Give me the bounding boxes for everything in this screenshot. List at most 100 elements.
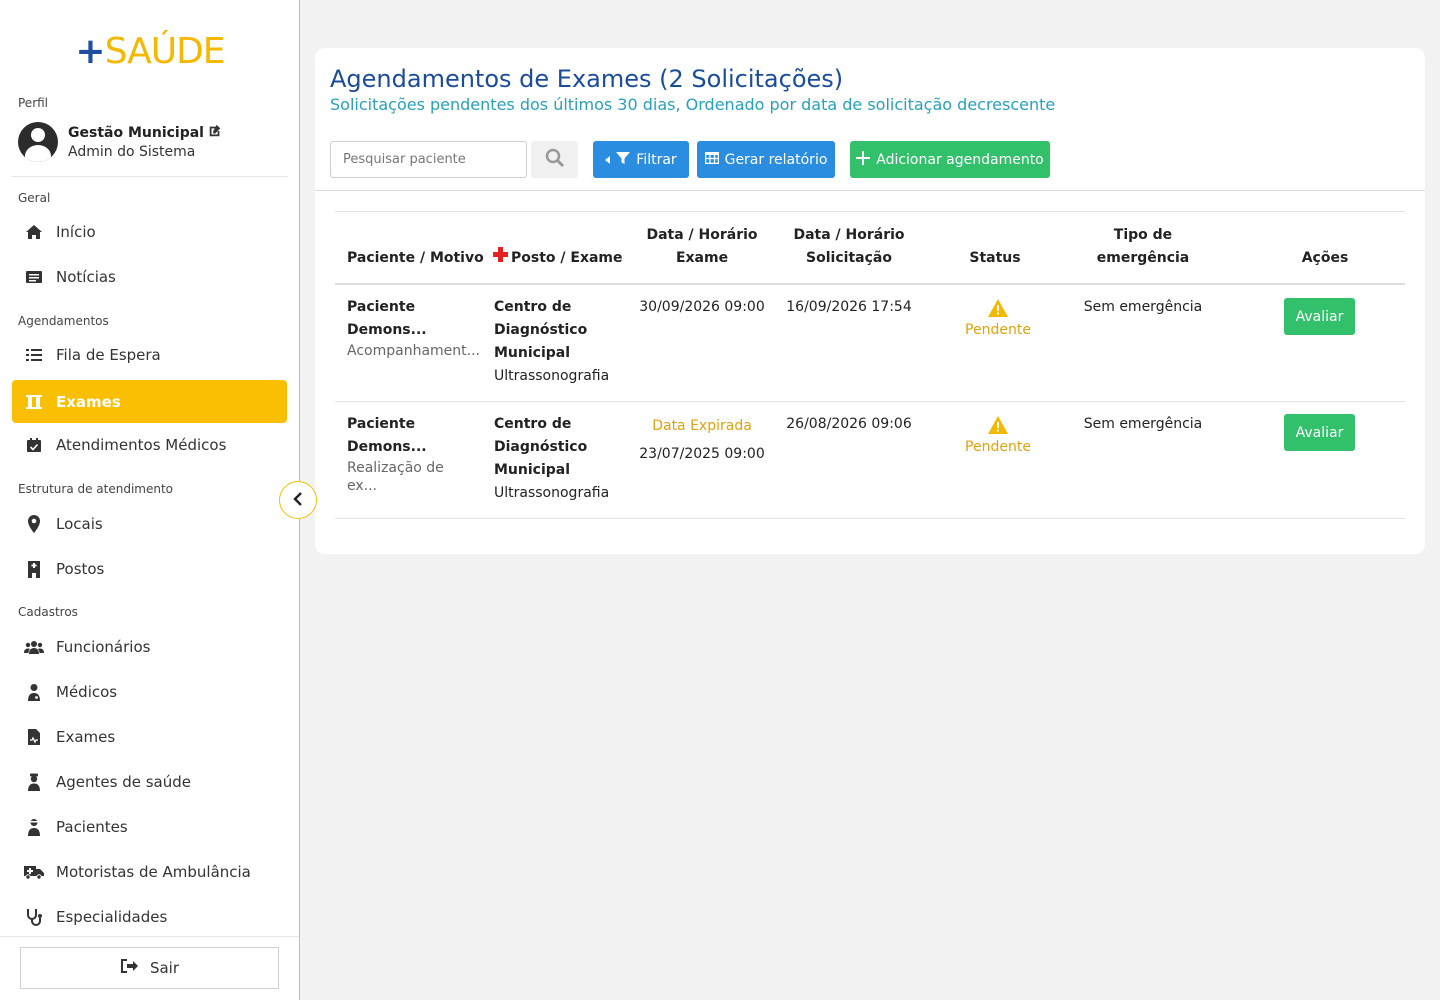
user-nurse-icon bbox=[24, 772, 44, 792]
profile-name: Gestão Municipal bbox=[68, 125, 204, 141]
sidebar-item-label: Atendimentos Médicos bbox=[56, 436, 227, 454]
logo-word: SAÚDE bbox=[104, 31, 226, 72]
list-icon bbox=[24, 345, 44, 365]
sidebar-item-noticias[interactable]: Notícias bbox=[12, 256, 287, 298]
status-badge: Pendente bbox=[965, 439, 1031, 455]
posto-name-line3: Municipal bbox=[494, 345, 571, 361]
sidebar-item-label: Notícias bbox=[56, 268, 116, 286]
sidebar-collapse-button[interactable] bbox=[279, 481, 317, 519]
posto-name-line1: Centro de bbox=[494, 416, 572, 432]
sidebar-item-inicio[interactable]: Início bbox=[12, 211, 287, 253]
sign-out-icon bbox=[120, 958, 138, 978]
section-label-perfil: Perfil bbox=[18, 96, 49, 110]
patient-motive: Realização de ex... bbox=[347, 460, 444, 494]
table-header: Paciente / Motivo Posto / Exame Data / H… bbox=[335, 211, 1405, 285]
sidebar-item-label: Início bbox=[56, 223, 96, 241]
patient-name[interactable]: Paciente Demons... bbox=[347, 413, 477, 459]
header-tipo-line1: Tipo de bbox=[1113, 227, 1173, 243]
sidebar-item-label: Funcionários bbox=[56, 638, 151, 656]
page-subtitle: Solicitações pendentes dos últimos 30 di… bbox=[330, 95, 1056, 114]
table-row: Paciente Demons... Realização de ex... C… bbox=[335, 402, 1405, 519]
exam-datetime-cell: Data Expirada 23/07/2025 09:00 bbox=[632, 415, 772, 466]
ambulance-icon bbox=[24, 862, 44, 882]
header-data-sol-line1: Data / Horário bbox=[793, 227, 905, 243]
header-posto: Posto / Exame bbox=[493, 247, 623, 270]
sidebar-item-label: Agentes de saúde bbox=[56, 773, 191, 791]
status-badge: Pendente bbox=[965, 322, 1031, 338]
sidebar-item-label: Exames bbox=[56, 728, 116, 746]
report-label: Gerar relatório bbox=[724, 151, 828, 168]
search-icon bbox=[545, 148, 565, 172]
sidebar: +SAÚDE Perfil Gestão Municipal Admin do … bbox=[0, 0, 300, 1000]
posto-cell: Centro de Diagnóstico Municipal Ultrasso… bbox=[494, 296, 634, 388]
patient-motive: Acompanhament... bbox=[347, 343, 480, 359]
user-injured-icon bbox=[24, 817, 44, 837]
divider bbox=[12, 176, 288, 177]
exam-appointments-card: Agendamentos de Exames (2 Solicitações) … bbox=[315, 48, 1425, 554]
user-doctor-icon bbox=[24, 682, 44, 702]
edit-icon[interactable] bbox=[208, 124, 222, 142]
sidebar-item-locais[interactable]: Locais bbox=[12, 503, 287, 545]
evaluate-button[interactable]: Avaliar bbox=[1284, 414, 1355, 451]
header-tipo-emergencia: Tipo de emergência bbox=[1083, 224, 1203, 270]
exam-name: Ultrassonografia bbox=[494, 485, 610, 501]
search-input[interactable] bbox=[330, 141, 527, 178]
sidebar-item-label: Fila de Espera bbox=[56, 346, 161, 364]
table-row: Paciente Demons... Acompanhament... Cent… bbox=[335, 285, 1405, 402]
header-data-sol-line2: Solicitação bbox=[806, 250, 892, 266]
evaluate-button[interactable]: Avaliar bbox=[1284, 298, 1355, 335]
sidebar-item-atendimentos[interactable]: Atendimentos Médicos bbox=[12, 424, 287, 466]
sidebar-item-exames-cadastro[interactable]: Exames bbox=[12, 716, 287, 758]
sidebar-item-motoristas[interactable]: Motoristas de Ambulância bbox=[12, 851, 287, 893]
sidebar-item-especialidades[interactable]: Especialidades bbox=[12, 896, 287, 938]
sidebar-item-label: Locais bbox=[56, 515, 103, 533]
header-paciente: Paciente / Motivo bbox=[347, 250, 484, 266]
logout-button[interactable]: Sair bbox=[20, 947, 279, 989]
sidebar-item-label: Pacientes bbox=[56, 818, 128, 836]
sidebar-item-funcionarios[interactable]: Funcionários bbox=[12, 626, 287, 668]
sidebar-item-fila[interactable]: Fila de Espera bbox=[12, 334, 287, 376]
map-marker-icon bbox=[24, 514, 44, 534]
header-tipo-line2: emergência bbox=[1096, 250, 1190, 266]
brand-logo: +SAÚDE bbox=[0, 26, 300, 78]
search-button[interactable] bbox=[531, 141, 578, 178]
section-label-cadastros: Cadastros bbox=[18, 605, 78, 619]
sidebar-item-medicos[interactable]: Médicos bbox=[12, 671, 287, 713]
sidebar-item-label: Médicos bbox=[56, 683, 118, 701]
profile-role: Admin do Sistema bbox=[68, 144, 196, 160]
sidebar-item-pacientes[interactable]: Pacientes bbox=[12, 806, 287, 848]
filter-button[interactable]: Filtrar bbox=[593, 141, 689, 178]
section-label-agendamentos: Agendamentos bbox=[18, 314, 109, 328]
header-acoes: Ações bbox=[1301, 250, 1349, 266]
avatar bbox=[18, 122, 58, 162]
posto-name-line3: Municipal bbox=[494, 462, 571, 478]
sidebar-item-label: Especialidades bbox=[56, 908, 168, 926]
generate-report-button[interactable]: Gerar relatório bbox=[697, 141, 835, 178]
sidebar-item-postos[interactable]: Postos bbox=[12, 548, 287, 590]
exam-datetime: 30/09/2026 09:00 bbox=[639, 299, 765, 315]
sidebar-item-agentes[interactable]: Agentes de saúde bbox=[12, 761, 287, 803]
header-data-exame-line2: Exame bbox=[675, 250, 729, 266]
building-icon bbox=[24, 559, 44, 579]
header-status: Status bbox=[969, 250, 1021, 266]
add-appointment-button[interactable]: Adicionar agendamento bbox=[850, 141, 1050, 178]
header-data-solicitacao: Data / Horário Solicitação bbox=[789, 224, 909, 270]
status-cell: Pendente bbox=[953, 415, 1043, 455]
header-data-exame-line1: Data / Horário bbox=[646, 227, 758, 243]
filter-icon bbox=[616, 151, 631, 169]
add-label: Adicionar agendamento bbox=[876, 151, 1044, 168]
patient-name[interactable]: Paciente Demons... bbox=[347, 296, 477, 342]
divider bbox=[0, 936, 299, 937]
posto-name-line2: Diagnóstico bbox=[494, 439, 588, 455]
divider bbox=[315, 190, 1425, 191]
red-cross-icon bbox=[493, 247, 508, 270]
calendar-check-icon bbox=[24, 435, 44, 455]
logo-plus: + bbox=[75, 31, 105, 72]
posto-cell: Centro de Diagnóstico Municipal Ultrasso… bbox=[494, 413, 634, 505]
warning-icon bbox=[953, 415, 1043, 439]
flask-icon bbox=[24, 392, 44, 412]
table-icon bbox=[704, 151, 719, 168]
emergency-type: Sem emergência bbox=[1083, 416, 1203, 432]
home-icon bbox=[24, 222, 44, 242]
sidebar-item-exames[interactable]: Exames bbox=[12, 380, 287, 423]
